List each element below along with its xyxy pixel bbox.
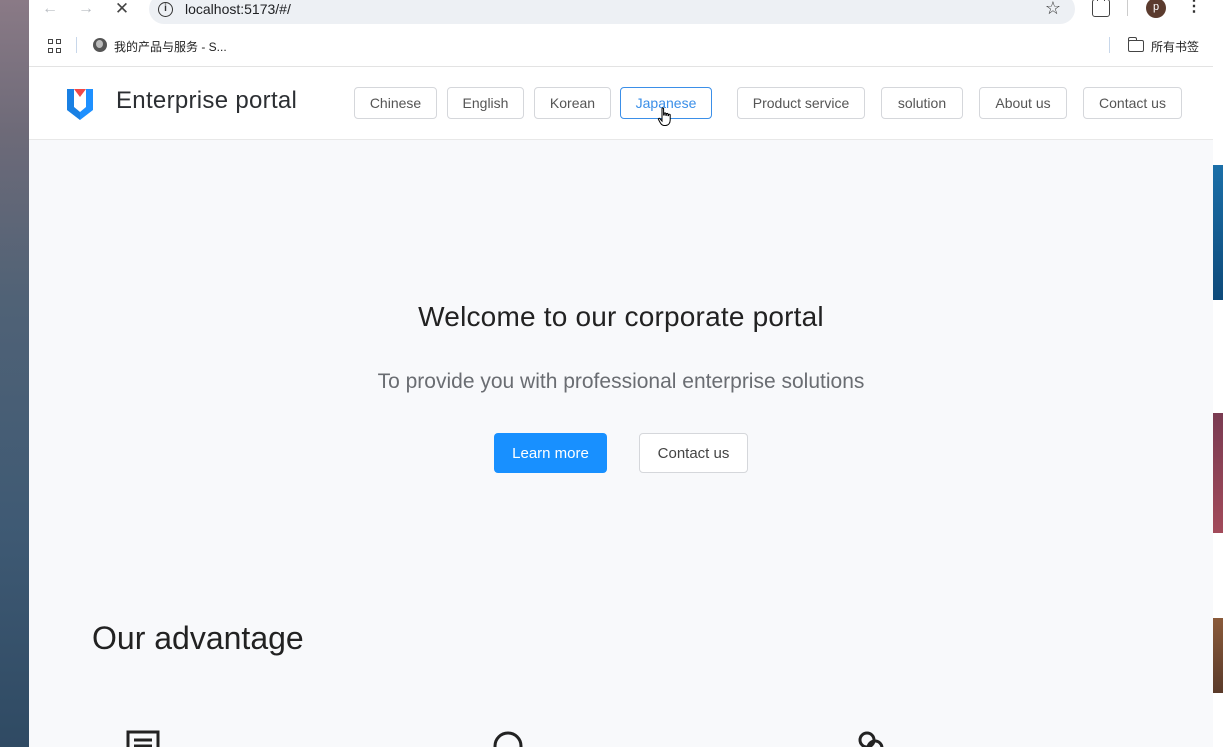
contact-us-button[interactable]: Contact us (639, 433, 748, 473)
hero-title: Welcome to our corporate portal (418, 301, 824, 332)
lang-button-chinese[interactable]: Chinese (354, 87, 437, 119)
search-icon (493, 731, 523, 747)
stop-loading-icon[interactable]: ✕ (111, 0, 133, 20)
bookmark-star-icon[interactable]: ☆ (1045, 0, 1061, 19)
site-header: Enterprise portal Chinese English Korean… (29, 67, 1213, 140)
logo-icon (67, 89, 93, 120)
nav-about-us[interactable]: About us (979, 87, 1067, 119)
forward-icon[interactable]: → (75, 0, 97, 20)
desktop-background-right (1213, 0, 1223, 747)
link-icon (858, 731, 884, 747)
document-icon (126, 730, 160, 747)
apps-grid-icon[interactable] (48, 39, 62, 53)
menu-kebab-icon[interactable]: ⋮ (1186, 0, 1202, 16)
globe-icon (93, 38, 107, 52)
desktop-background-left (0, 0, 29, 747)
learn-more-button[interactable]: Learn more (494, 433, 607, 473)
back-icon[interactable]: ← (39, 0, 61, 20)
site-info-icon[interactable]: i (158, 2, 173, 17)
profile-avatar[interactable]: p (1146, 0, 1166, 18)
extensions-icon[interactable] (1092, 0, 1110, 17)
nav-solution[interactable]: solution (881, 87, 963, 119)
url-text[interactable]: localhost:5173/#/ (185, 1, 291, 17)
bookmark-item[interactable]: 我的产品与服务 - S... (114, 38, 227, 55)
browser-window: ← → ✕ i localhost:5173/#/ ☆ p ⋮ 我的产品与服务 … (29, 0, 1213, 747)
nav-contact-us[interactable]: Contact us (1083, 87, 1182, 119)
bookmarks-bar: 我的产品与服务 - S... 所有书签 (29, 25, 1213, 67)
browser-toolbar: ← → ✕ i localhost:5173/#/ ☆ p ⋮ (29, 0, 1213, 25)
address-bar[interactable]: i localhost:5173/#/ ☆ (149, 0, 1075, 24)
advantages-title: Our advantage (92, 620, 304, 656)
toolbar-divider (1127, 0, 1128, 16)
lang-button-korean[interactable]: Korean (534, 87, 611, 119)
bookmarks-divider (76, 37, 77, 53)
brand-name[interactable]: Enterprise portal (116, 87, 297, 115)
lang-button-english[interactable]: English (447, 87, 524, 119)
folder-icon (1127, 37, 1144, 52)
hand-cursor-icon (657, 107, 671, 126)
hero-subtitle: To provide you with professional enterpr… (377, 370, 865, 393)
all-bookmarks-link[interactable]: 所有书签 (1151, 38, 1199, 55)
bookmarks-divider-right (1109, 37, 1110, 53)
nav-product-service[interactable]: Product service (737, 87, 865, 119)
